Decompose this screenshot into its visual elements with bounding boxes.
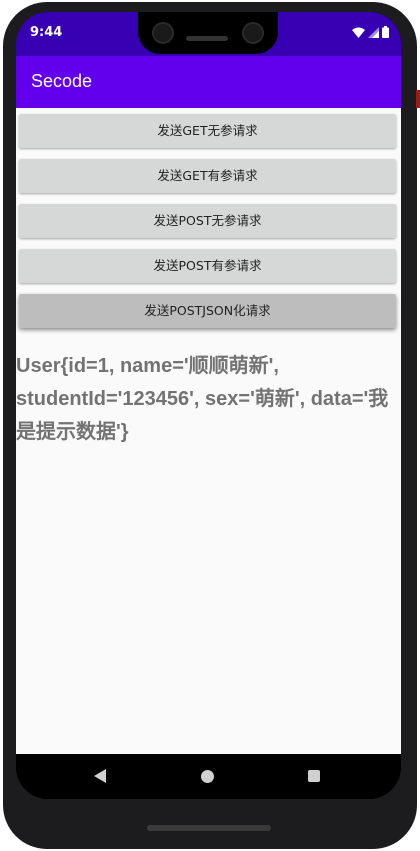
navigation-bar (16, 754, 401, 799)
wifi-icon (352, 27, 365, 38)
device: 9:44 Secode 发送GET无参请求 发送GET有参请求 发送POST无参… (0, 0, 420, 851)
recents-icon[interactable] (308, 770, 320, 782)
front-camera-icon (152, 22, 174, 44)
home-icon[interactable] (201, 770, 214, 783)
status-time: 9:44 (30, 25, 63, 40)
earpiece-speaker (186, 36, 228, 41)
post-json-button[interactable]: 发送POSTJSON化请求 (19, 294, 396, 328)
post-with-param-button[interactable]: 发送POST有参请求 (19, 249, 396, 283)
app-bar: Secode (16, 56, 401, 108)
status-icons (352, 26, 389, 38)
bottom-speaker (147, 825, 271, 831)
get-with-param-button[interactable]: 发送GET有参请求 (19, 159, 396, 193)
back-icon[interactable] (94, 769, 106, 783)
screen: 9:44 Secode 发送GET无参请求 发送GET有参请求 发送POST无参… (16, 12, 401, 799)
get-no-param-button[interactable]: 发送GET无参请求 (19, 114, 396, 148)
signal-icon (368, 26, 379, 38)
main-content: 发送GET无参请求 发送GET有参请求 发送POST无参请求 发送POST有参请… (16, 108, 401, 754)
post-no-param-button[interactable]: 发送POST无参请求 (19, 204, 396, 238)
power-button (416, 90, 420, 108)
front-sensor-icon (242, 22, 264, 44)
status-bar: 9:44 (16, 12, 401, 56)
result-text: User{id=1, name='顺顺萌新', studentId='12345… (16, 355, 389, 443)
camera-notch (138, 12, 278, 54)
app-title: Secode (31, 71, 93, 91)
battery-icon (382, 26, 389, 38)
